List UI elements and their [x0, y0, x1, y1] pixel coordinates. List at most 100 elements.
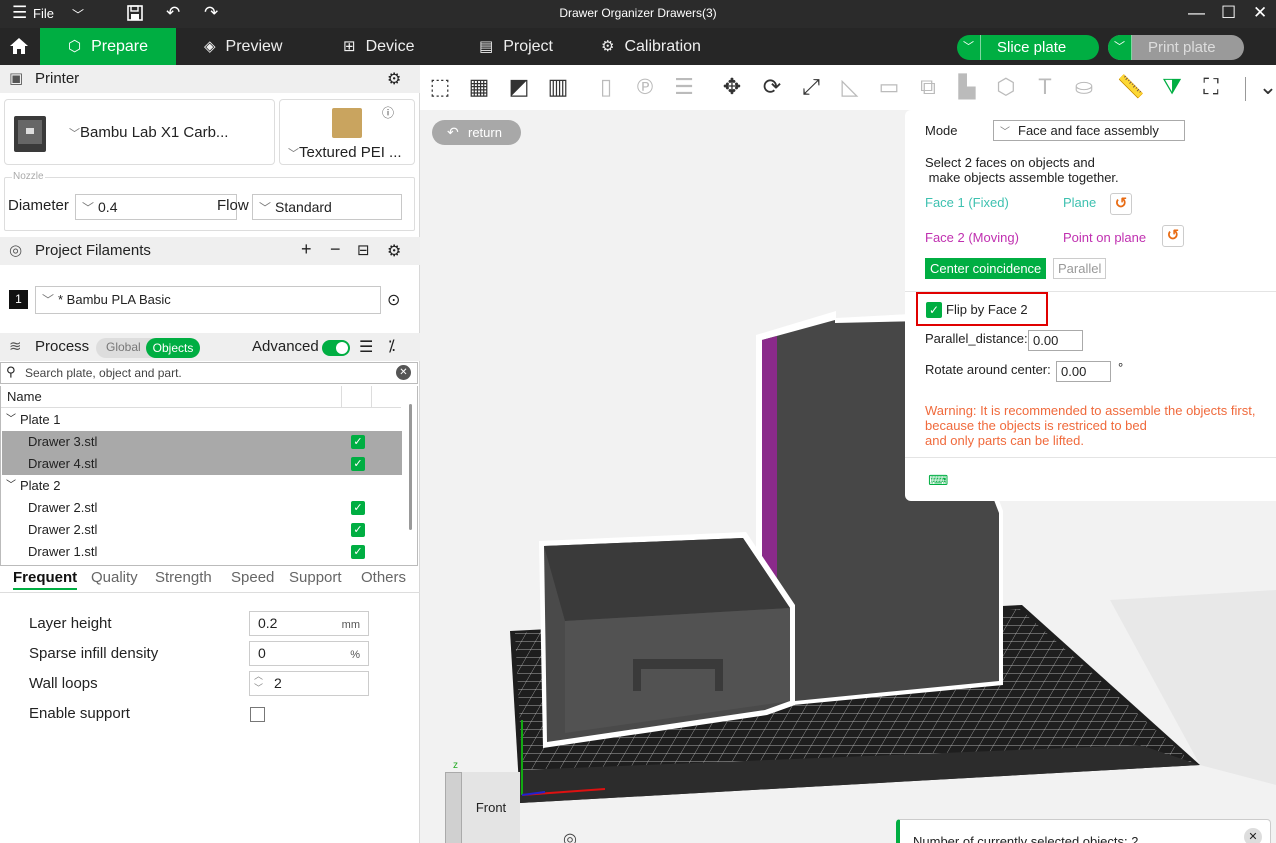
flow-select[interactable]: ﹀ Standard — [252, 194, 402, 220]
checkbox-checked-icon[interactable]: ✓ — [351, 523, 365, 537]
parallel-distance-input[interactable]: 0.00 — [1028, 330, 1083, 351]
main-nav: ⬡ Prepare ◈ Preview ⊞ Device ▤ Project ⚙ Cali… — [0, 28, 1276, 65]
device-icon: ⊞ — [343, 38, 356, 55]
stepper-arrows-icon[interactable]: ︿ ﹀ — [254, 670, 263, 694]
sync-filament-icon[interactable]: ⊟ — [357, 241, 370, 259]
selected-face-moving — [762, 336, 777, 595]
object-toolbar: ⬚ ▦ ◩ ▥ ▯ ℗ ☰ ✥ ⟳ ⤢ ◺ ▭ ⧉ ▙ ⬡ T ⛀ 📏 ⧩ ⛶ … — [420, 65, 1276, 110]
maximize-icon[interactable]: ☐ — [1221, 4, 1236, 22]
tab-strength[interactable]: Strength — [155, 569, 212, 586]
tab-frequent[interactable]: Frequent — [13, 569, 78, 590]
tree-object-drawer-3[interactable]: Drawer 3.stl ✓ — [2, 431, 402, 453]
home-icon[interactable] — [8, 35, 30, 60]
more-tools-icon[interactable]: ⌄ — [1252, 73, 1276, 101]
layer-height-input[interactable]: 0.2 mm — [249, 611, 369, 636]
tree-object-drawer-2a[interactable]: Drawer 2.stl ✓ — [2, 497, 402, 519]
lay-on-face-icon[interactable]: ◺ — [834, 73, 866, 101]
assembly-icon[interactable]: ⧩ — [1156, 73, 1188, 101]
mesh-boolean-icon[interactable]: ⧉ — [912, 73, 944, 101]
advanced-toggle[interactable] — [322, 340, 350, 356]
printer-selector[interactable]: ﹀Bambu Lab X1 Carb... — [4, 99, 275, 165]
bounding-box-icon[interactable]: ⛶ — [1195, 73, 1227, 101]
reset-face2-icon[interactable]: ↺ — [1162, 225, 1184, 247]
tree-object-drawer-4[interactable]: Drawer 4.stl ✓ — [2, 453, 402, 475]
filament-settings-gear-icon[interactable]: ⚙ — [387, 241, 401, 261]
parallel-button[interactable]: Parallel — [1053, 258, 1107, 279]
assembly-panel: Mode ﹀ Face and face assembly Select 2 fa… — [905, 110, 1276, 501]
enable-support-checkbox[interactable] — [250, 707, 265, 722]
return-button[interactable]: ↶ return — [432, 120, 521, 145]
tab-prepare[interactable]: ⬡ Prepare — [40, 28, 176, 65]
add-object-icon[interactable]: ⬚ — [424, 73, 456, 101]
object-search[interactable]: ⚲ Search plate, object and part. ✕ — [0, 362, 418, 384]
add-plate-icon[interactable]: ▦ — [463, 73, 495, 101]
close-toast-icon[interactable]: ✕ — [1244, 828, 1262, 843]
text-emboss-icon[interactable]: T — [1029, 73, 1061, 101]
cut-icon[interactable]: ▭ — [873, 73, 905, 101]
chevron-down-icon[interactable]: ﹀ — [1108, 35, 1132, 60]
lock-0-icon[interactable]: ▯ — [590, 73, 622, 101]
info-icon[interactable]: ⓘ — [382, 104, 394, 121]
tab-speed[interactable]: Speed — [231, 569, 274, 586]
face2-type: Point on plane — [1063, 230, 1147, 245]
tree-object-drawer-2b[interactable]: Drawer 2.stl ✓ — [2, 519, 402, 541]
filament-select[interactable]: ﹀ * Bambu PLA Basic — [35, 286, 381, 314]
mode-select[interactable]: ﹀ Face and face assembly — [993, 120, 1185, 141]
rotate-icon[interactable]: ⟳ — [756, 73, 788, 101]
wall-loops-stepper[interactable]: ︿ ﹀ 2 — [249, 671, 369, 696]
global-objects-toggle[interactable]: Global Objects — [96, 338, 200, 358]
chevron-down-icon[interactable]: ﹀ — [957, 35, 981, 60]
checkbox-checked-icon[interactable]: ✓ — [351, 457, 365, 471]
filaments-header: ◎ Project Filaments + − ⊟ ⚙ — [0, 237, 420, 265]
tab-calibration[interactable]: ⚙ Calibration — [601, 28, 701, 65]
support-paint-icon[interactable]: ▙ — [951, 73, 983, 101]
filament-more-icon[interactable]: ⊙ — [387, 290, 400, 310]
diameter-select[interactable]: ﹀ 0.4 — [75, 194, 237, 220]
keyboard-shortcuts-icon[interactable]: ⌨ — [928, 472, 948, 489]
plate-type-selector[interactable]: ⓘ ﹀Textured PEI ... — [279, 99, 415, 165]
slice-plate-button[interactable]: ﹀ Slice plate — [957, 35, 1099, 60]
object-tree: Name ﹀ Plate 1 Drawer 3.stl ✓ Drawer 4.stl… — [0, 386, 418, 566]
clear-search-icon[interactable]: ✕ — [396, 365, 411, 380]
rotate-input[interactable]: 0.00 — [1056, 361, 1111, 382]
checkbox-checked-icon[interactable]: ✓ — [351, 501, 365, 515]
tab-others[interactable]: Others — [361, 569, 406, 586]
tab-device[interactable]: ⊞ Device — [343, 28, 414, 65]
arrange-icon[interactable]: ▥ — [542, 73, 574, 101]
seam-paint-icon[interactable]: ⬡ — [990, 73, 1022, 101]
flip-by-face2-highlight: ✓ Flip by Face 2 — [916, 292, 1048, 326]
camera-reset-icon[interactable]: ◎ — [563, 829, 577, 843]
tab-preview[interactable]: ◈ Preview — [204, 28, 282, 65]
print-plate-button[interactable]: ﹀ Print plate — [1108, 35, 1244, 60]
minimize-icon[interactable]: — — [1188, 4, 1205, 22]
tab-support[interactable]: Support — [289, 569, 342, 586]
add-filament-icon[interactable]: + — [301, 239, 312, 260]
view-cube-front[interactable]: Front — [461, 772, 520, 843]
tab-project[interactable]: ▤ Project — [479, 28, 553, 65]
tree-plate-2[interactable]: ﹀ Plate 2 — [2, 475, 402, 497]
measure-icon[interactable]: 📏 — [1115, 73, 1147, 101]
sparse-infill-input[interactable]: 0% — [249, 641, 369, 666]
list-view-icon[interactable]: ☰ — [359, 337, 373, 357]
remove-filament-icon[interactable]: − — [330, 239, 341, 260]
auto-orient-icon[interactable]: ◩ — [503, 73, 535, 101]
checkbox-checked-icon[interactable]: ✓ — [351, 435, 365, 449]
color-paint-icon[interactable]: ⛀ — [1068, 73, 1100, 101]
view-cube[interactable]: z Front — [445, 760, 520, 843]
flip-checkbox[interactable]: ✓ — [926, 302, 942, 318]
tree-plate-1[interactable]: ﹀ Plate 1 — [2, 409, 402, 431]
process-icon: ≋ — [9, 338, 22, 355]
layers-list-icon[interactable]: ☰ — [668, 73, 700, 101]
compare-icon[interactable]: ⁒ — [388, 336, 395, 356]
move-icon[interactable]: ✥ — [716, 73, 748, 101]
tree-scrollbar[interactable] — [409, 404, 412, 530]
reset-face1-icon[interactable]: ↺ — [1110, 193, 1132, 215]
tree-object-drawer-1[interactable]: Drawer 1.stl ✓ — [2, 541, 402, 563]
printer-settings-gear-icon[interactable]: ⚙ — [387, 69, 401, 89]
center-coincidence-button[interactable]: Center coincidence — [925, 258, 1047, 279]
close-icon[interactable]: ✕ — [1253, 4, 1267, 22]
tab-quality[interactable]: Quality — [91, 569, 138, 586]
scale-icon[interactable]: ⤢ — [795, 73, 827, 101]
plate-p-icon[interactable]: ℗ — [629, 73, 661, 101]
checkbox-checked-icon[interactable]: ✓ — [351, 545, 365, 559]
